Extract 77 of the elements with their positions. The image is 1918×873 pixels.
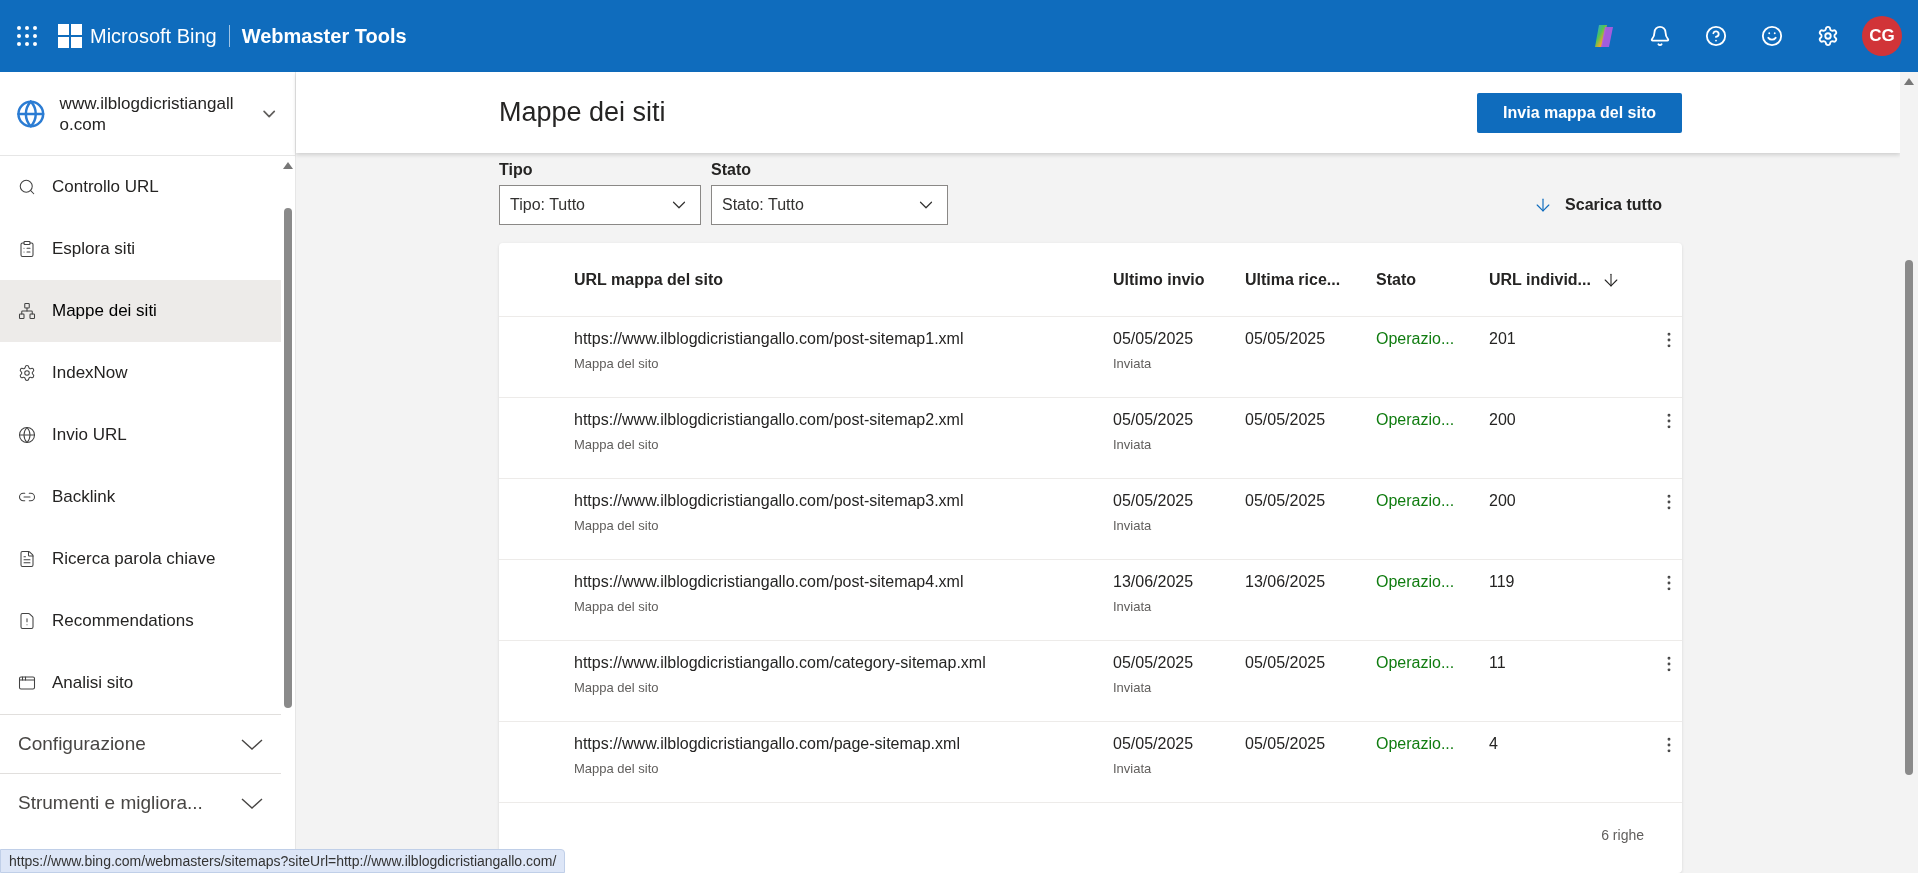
app-launcher-icon[interactable] — [16, 25, 38, 47]
filter-dropdown[interactable]: Stato: Tutto — [711, 185, 948, 225]
sitemap-url: https://www.ilblogdicristiangallo.com/post-sitemap1.xml — [574, 330, 965, 348]
sitemap-type: Mappa del sito — [574, 599, 660, 614]
globe-icon — [16, 97, 46, 130]
checklist-icon — [18, 240, 36, 258]
submitted-date: 05/05/2025 — [1113, 735, 1195, 753]
sitemap-type: Mappa del sito — [574, 356, 660, 371]
status-text: Operazio... — [1376, 330, 1456, 348]
status-text: Operazio... — [1376, 654, 1456, 672]
sitemap-type: Mappa del sito — [574, 437, 660, 452]
submit-sitemap-button[interactable]: Invia mappa del sito — [1477, 92, 1682, 133]
globe-icon — [18, 426, 36, 444]
search-icon — [18, 178, 36, 196]
submitted-note: Inviata — [1113, 761, 1153, 776]
submitted-note: Inviata — [1113, 680, 1153, 695]
received-date: 05/05/2025 — [1245, 654, 1327, 672]
product-name: Webmaster Tools — [241, 24, 407, 48]
scroll-up-icon[interactable] — [1903, 76, 1915, 86]
sitemap-url: https://www.ilblogdicristiangallo.com/post-sitemap4.xml — [574, 573, 965, 591]
submitted-note: Inviata — [1113, 356, 1153, 371]
submitted-note: Inviata — [1113, 599, 1153, 614]
nav-item[interactable]: Mappe dei siti — [0, 280, 281, 342]
url-count: 11 — [1489, 654, 1507, 672]
window-icon — [18, 674, 36, 692]
chevron-icon — [241, 797, 263, 809]
user-avatar[interactable]: CG — [1862, 16, 1902, 56]
scrollbar-thumb[interactable] — [1905, 260, 1913, 775]
sitemap-url: https://www.ilblogdicristiangallo.com/post-sitemap3.xml — [574, 492, 965, 510]
received-date: 05/05/2025 — [1245, 411, 1327, 429]
page-title: Mappe dei siti — [499, 97, 666, 128]
url-count: 200 — [1489, 411, 1517, 429]
url-count: 200 — [1489, 492, 1517, 510]
windows-logo-icon — [58, 24, 82, 48]
sitemap-type: Mappa del sito — [574, 680, 660, 695]
url-count: 201 — [1489, 330, 1517, 348]
submitted-date: 05/05/2025 — [1113, 654, 1195, 672]
status-text: Operazio... — [1376, 573, 1456, 591]
submitted-date: 05/05/2025 — [1113, 411, 1195, 429]
filter-label: Tipo — [499, 161, 534, 179]
submitted-note: Inviata — [1113, 437, 1153, 452]
url-count: 119 — [1489, 573, 1516, 591]
status-text: Operazio... — [1376, 492, 1456, 510]
sitemap-url: https://www.ilblogdicristiangallo.com/category-sitemap.xml — [574, 654, 987, 672]
chevron-icon — [241, 738, 263, 750]
sitemap-url: https://www.ilblogdicristiangallo.com/page-sitemap.xml — [574, 735, 961, 753]
column-header[interactable]: URL individ... — [1489, 269, 1659, 290]
download-all-button[interactable]: Scarica tutto — [1533, 185, 1682, 225]
submitted-date: 05/05/2025 — [1113, 330, 1195, 348]
sitemap-type: Mappa del sito — [574, 518, 660, 533]
scrollbar-thumb[interactable] — [284, 208, 292, 708]
row-count: 6 righe — [1601, 827, 1644, 843]
received-date: 05/05/2025 — [1245, 735, 1327, 753]
submitted-date: 13/06/2025 — [1113, 573, 1195, 591]
brand-name: Microsoft Bing — [90, 24, 217, 48]
received-date: 05/05/2025 — [1245, 330, 1327, 348]
sitemap-icon — [18, 302, 36, 320]
received-date: 05/05/2025 — [1245, 492, 1327, 510]
submitted-note: Inviata — [1113, 518, 1153, 533]
link-preview: https://www.bing.com/webmasters/sitemaps?siteUrl=http://www.ilblogdicristiangallo.com/ — [0, 849, 566, 873]
sitemap-type: Mappa del sito — [574, 761, 660, 776]
column-header[interactable]: Ultimo invio — [1113, 270, 1245, 289]
column-header[interactable]: URL mappa del sito — [574, 270, 1113, 289]
scroll-up-icon[interactable] — [282, 160, 294, 170]
status-text: Operazio... — [1376, 411, 1456, 429]
url-count: 4 — [1489, 735, 1499, 753]
sitemap-url: https://www.ilblogdicristiangallo.com/post-sitemap2.xml — [574, 411, 965, 429]
filter-dropdown[interactable]: Tipo: Tutto — [499, 185, 701, 225]
gear-icon — [18, 364, 36, 382]
column-header[interactable]: Stato — [1376, 270, 1489, 289]
warning-document-icon — [18, 612, 36, 630]
submitted-date: 05/05/2025 — [1113, 492, 1195, 510]
status-text: Operazio... — [1376, 735, 1456, 753]
received-date: 13/06/2025 — [1245, 573, 1327, 591]
column-header[interactable]: Ultima rice... — [1245, 270, 1376, 289]
document-icon — [18, 550, 36, 568]
filter-label: Stato — [711, 161, 752, 179]
